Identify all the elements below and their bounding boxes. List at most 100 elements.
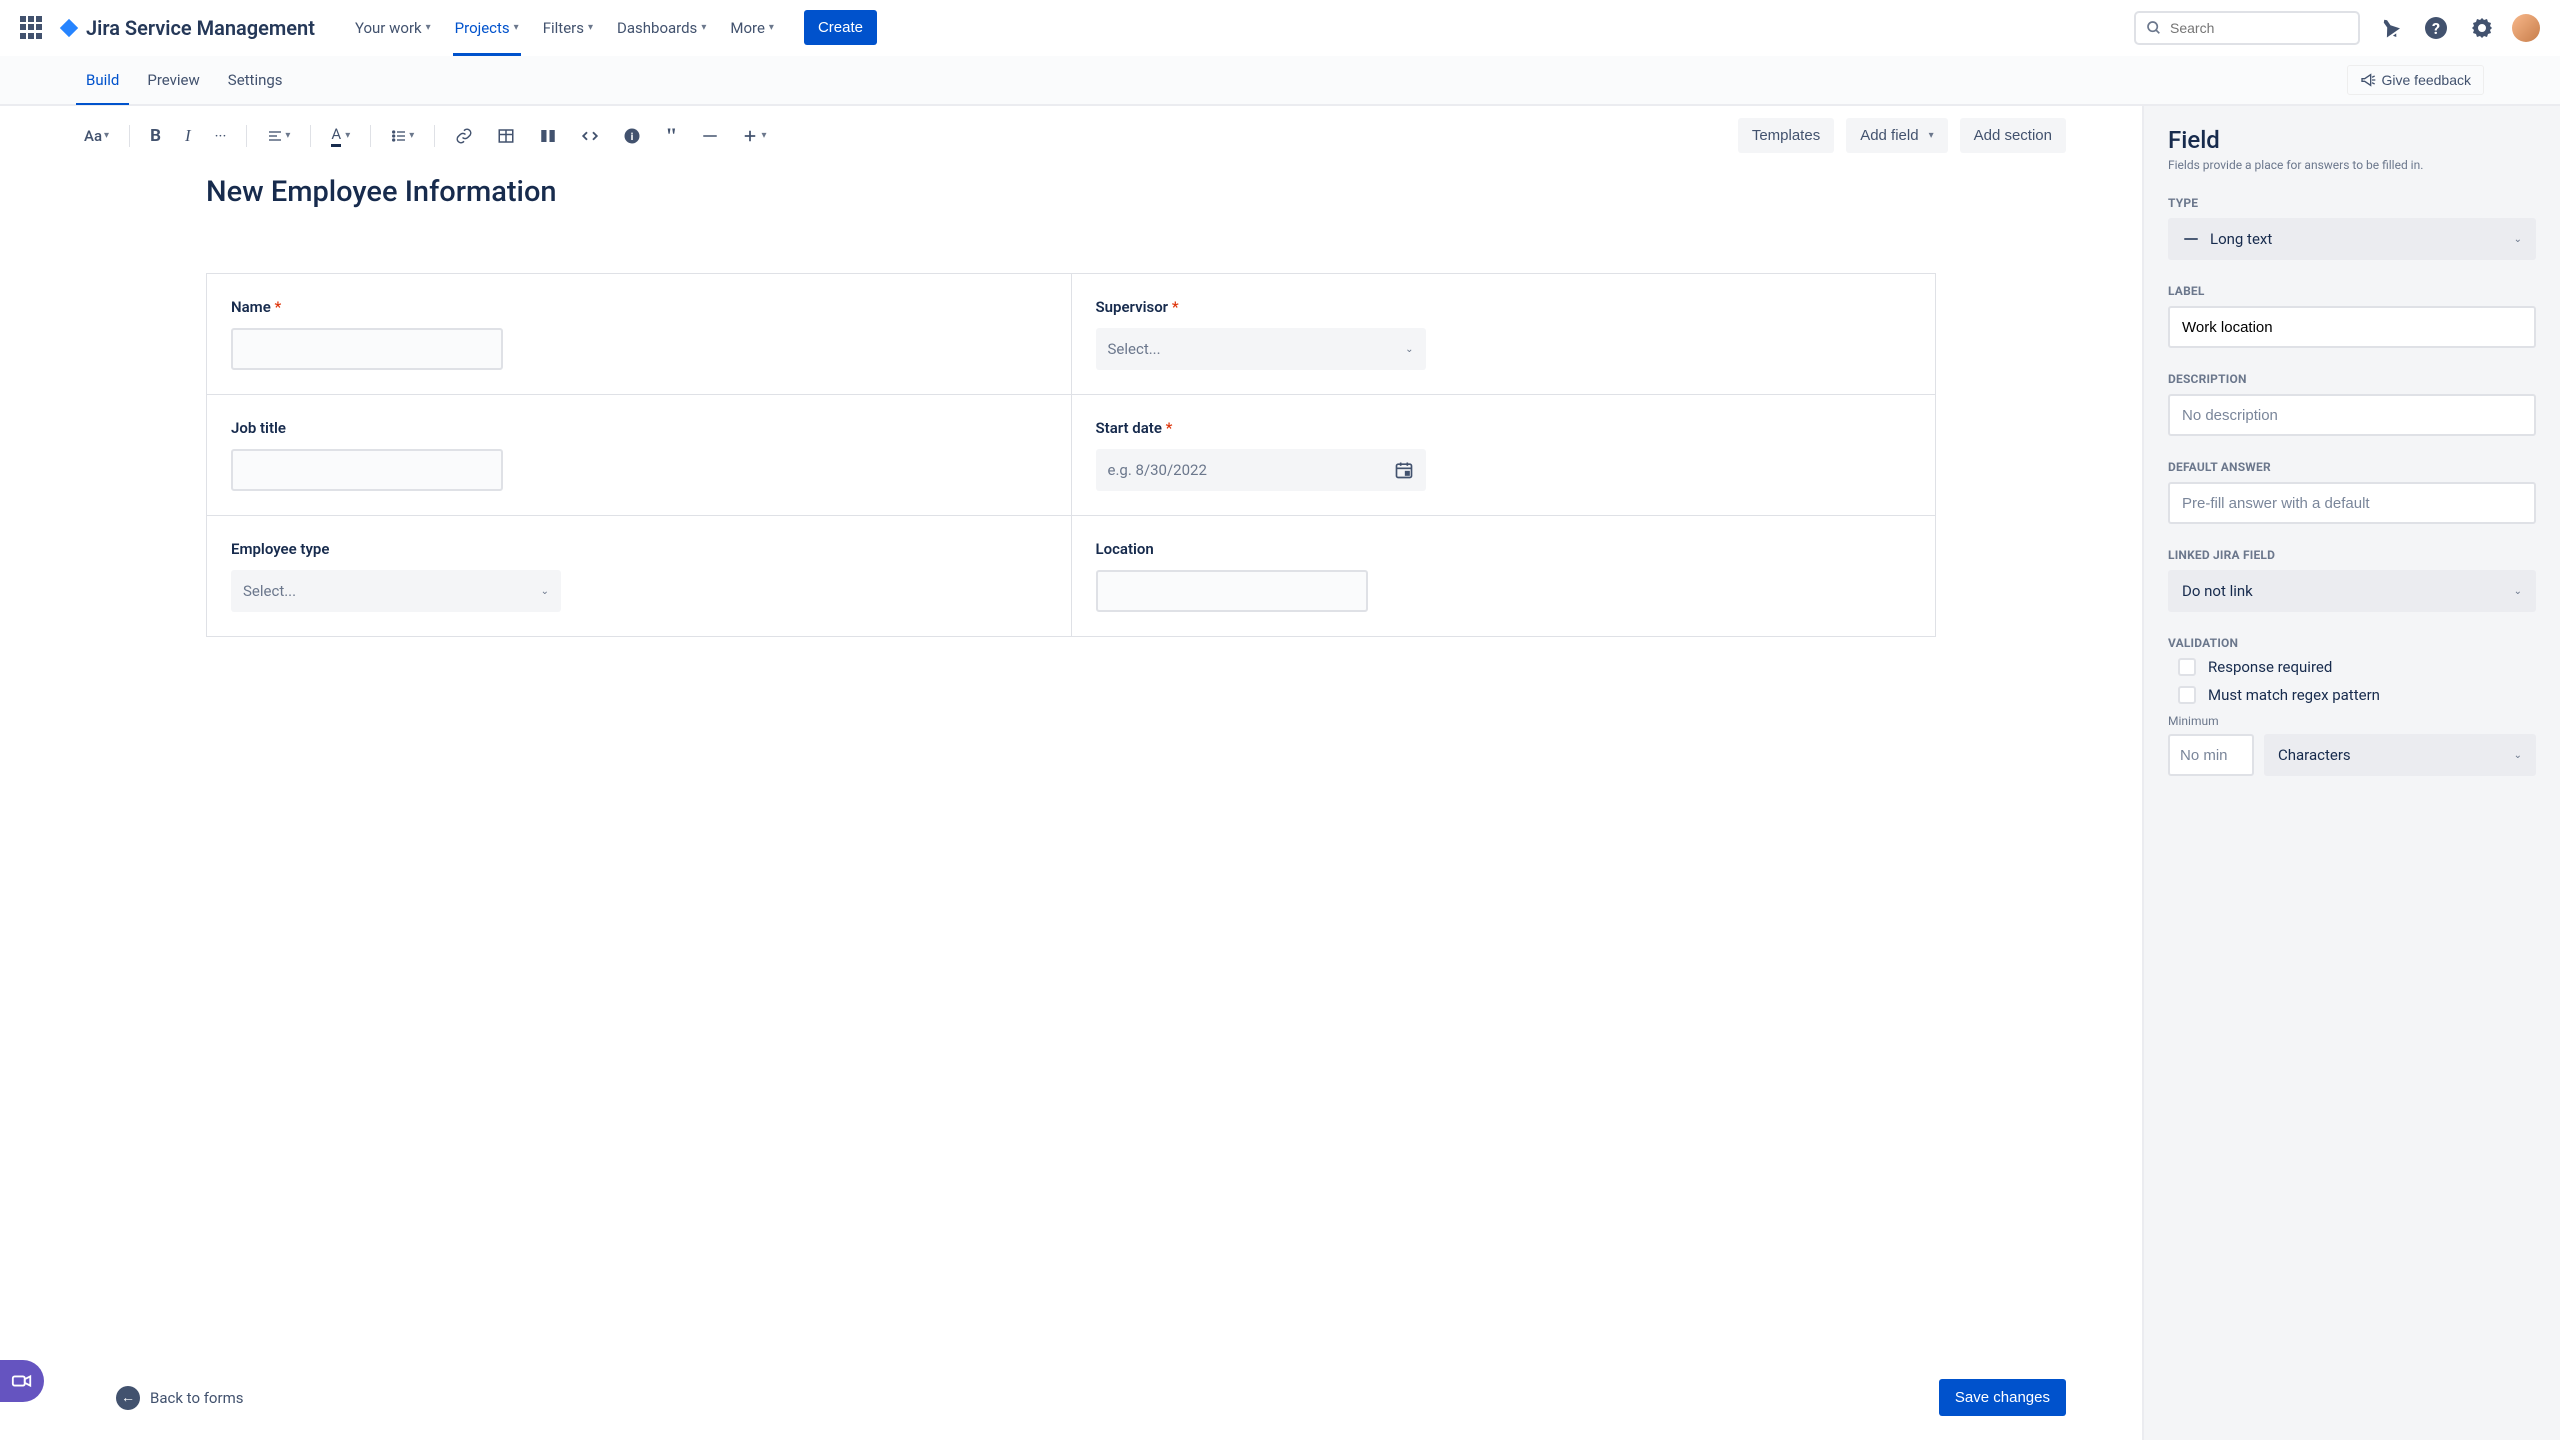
label-input[interactable]: [2168, 306, 2536, 348]
nav-more[interactable]: More▾: [720, 0, 784, 56]
video-help-button[interactable]: [0, 1360, 44, 1402]
search-input[interactable]: [2170, 20, 2351, 36]
more-formatting-button[interactable]: ···: [207, 121, 235, 151]
form-cell-employee-type[interactable]: Employee type Select... ⌄: [207, 516, 1072, 636]
templates-button[interactable]: Templates: [1738, 118, 1834, 153]
regex-checkbox[interactable]: [2178, 686, 2196, 704]
panel-title: Field: [2168, 126, 2536, 154]
type-label: TYPE: [2168, 196, 2536, 210]
form-cell-start-date[interactable]: Start date * e.g. 8/30/2022: [1072, 395, 1936, 515]
response-required-checkbox[interactable]: [2178, 658, 2196, 676]
divider-button[interactable]: [693, 121, 727, 151]
tab-build[interactable]: Build: [76, 57, 129, 103]
chevron-down-icon: ▾: [769, 22, 774, 33]
code-button[interactable]: [573, 121, 607, 151]
form-cell-location[interactable]: Location: [1072, 516, 1936, 636]
form-cell-name[interactable]: Name *: [207, 274, 1072, 394]
layout-button[interactable]: [531, 121, 565, 151]
minimum-unit-select[interactable]: Characters ⌄: [2264, 734, 2536, 776]
megaphone-icon: [2360, 72, 2376, 88]
linked-jira-field-label: LINKED JIRA FIELD: [2168, 548, 2536, 562]
editor-footer: ← Back to forms Save changes: [0, 1362, 2142, 1440]
main-area: Aa▾ B I ··· ▾ A▾ ▾: [0, 106, 2560, 1440]
product-name: Jira Service Management: [86, 16, 315, 40]
start-date-input[interactable]: e.g. 8/30/2022: [1096, 449, 1426, 491]
regex-row: Must match regex pattern: [2178, 686, 2536, 704]
list-button[interactable]: ▾: [383, 122, 422, 150]
nav-items: Your work▾ Projects▾ Filters▾ Dashboards…: [345, 0, 877, 56]
jira-icon: [58, 17, 80, 39]
chevron-down-icon: ▾: [426, 22, 431, 33]
svg-text:i: i: [631, 129, 634, 142]
italic-button[interactable]: I: [177, 120, 199, 152]
nav-your-work[interactable]: Your work▾: [345, 0, 441, 56]
search-icon: [2146, 20, 2162, 36]
settings-icon[interactable]: [2466, 12, 2498, 44]
field-label-start-date: Start date *: [1096, 419, 1912, 437]
table-button[interactable]: [489, 121, 523, 151]
name-input[interactable]: [231, 328, 503, 370]
save-changes-button[interactable]: Save changes: [1939, 1379, 2066, 1416]
minimum-label: Minimum: [2168, 714, 2536, 728]
type-select[interactable]: Long text ⌄: [2168, 218, 2536, 260]
bold-button[interactable]: B: [142, 120, 169, 152]
regex-label: Must match regex pattern: [2208, 686, 2380, 704]
arrow-left-icon: ←: [116, 1386, 140, 1410]
label-label: LABEL: [2168, 284, 2536, 298]
minimum-row: Characters ⌄: [2168, 734, 2536, 776]
form-cell-job-title[interactable]: Job title: [207, 395, 1072, 515]
create-button[interactable]: Create: [804, 10, 877, 45]
validation-label: VALIDATION: [2168, 636, 2536, 650]
nav-right: ?: [2134, 11, 2540, 45]
notifications-icon[interactable]: [2374, 12, 2406, 44]
quote-button[interactable]: ": [657, 125, 685, 147]
description-input[interactable]: [2168, 394, 2536, 436]
document-title[interactable]: New Employee Information: [206, 175, 1936, 209]
give-feedback-button[interactable]: Give feedback: [2347, 65, 2485, 95]
add-section-button[interactable]: Add section: [1960, 118, 2066, 153]
text-style-button[interactable]: Aa▾: [76, 121, 117, 151]
insert-button[interactable]: ▾: [735, 123, 774, 149]
default-answer-input[interactable]: [2168, 482, 2536, 524]
nav-dashboards[interactable]: Dashboards▾: [607, 0, 716, 56]
link-button[interactable]: [447, 121, 481, 151]
back-to-forms-button[interactable]: ← Back to forms: [76, 1386, 243, 1410]
field-properties-panel: Field Fields provide a place for answers…: [2144, 106, 2560, 1440]
align-button[interactable]: ▾: [259, 122, 298, 150]
page-tabs: Build Preview Settings Give feedback: [0, 56, 2560, 106]
add-field-button[interactable]: Add field▾: [1846, 118, 1947, 153]
search-box[interactable]: [2134, 11, 2360, 45]
field-label-employee-type: Employee type: [231, 540, 1047, 558]
product-logo[interactable]: Jira Service Management: [58, 16, 315, 40]
help-icon[interactable]: ?: [2420, 12, 2452, 44]
chevron-down-icon: ▾: [514, 22, 519, 33]
nav-projects[interactable]: Projects▾: [445, 0, 529, 56]
minimum-input[interactable]: [2168, 734, 2254, 776]
panel-subtitle: Fields provide a place for answers to be…: [2168, 158, 2536, 172]
user-avatar[interactable]: [2512, 14, 2540, 42]
editor-area: Aa▾ B I ··· ▾ A▾ ▾: [0, 106, 2144, 1440]
svg-text:?: ?: [2432, 19, 2440, 38]
supervisor-select[interactable]: Select... ⌄: [1096, 328, 1426, 370]
text-color-button[interactable]: A▾: [323, 119, 358, 153]
chevron-down-icon: ⌄: [1405, 344, 1413, 355]
response-required-label: Response required: [2208, 658, 2332, 676]
tab-settings[interactable]: Settings: [218, 57, 293, 103]
editor-content: New Employee Information Name * Supervis…: [0, 165, 2142, 1362]
employee-type-select[interactable]: Select... ⌄: [231, 570, 561, 612]
top-navigation: Jira Service Management Your work▾ Proje…: [0, 0, 2560, 56]
linked-jira-field-select[interactable]: Do not link ⌄: [2168, 570, 2536, 612]
chevron-down-icon: ▾: [701, 22, 706, 33]
info-button[interactable]: i: [615, 121, 649, 151]
chevron-down-icon: ⌄: [2514, 586, 2522, 597]
form-cell-supervisor[interactable]: Supervisor * Select... ⌄: [1072, 274, 1936, 394]
app-switcher-icon[interactable]: [20, 16, 44, 40]
location-input[interactable]: [1096, 570, 1368, 612]
field-label-name: Name *: [231, 298, 1047, 316]
job-title-input[interactable]: [231, 449, 503, 491]
form-row: Job title Start date * e.g. 8/30/2022: [207, 395, 1935, 516]
editor-toolbar: Aa▾ B I ··· ▾ A▾ ▾: [0, 106, 2142, 165]
field-label-supervisor: Supervisor *: [1096, 298, 1912, 316]
tab-preview[interactable]: Preview: [137, 57, 209, 103]
nav-filters[interactable]: Filters▾: [533, 0, 603, 56]
